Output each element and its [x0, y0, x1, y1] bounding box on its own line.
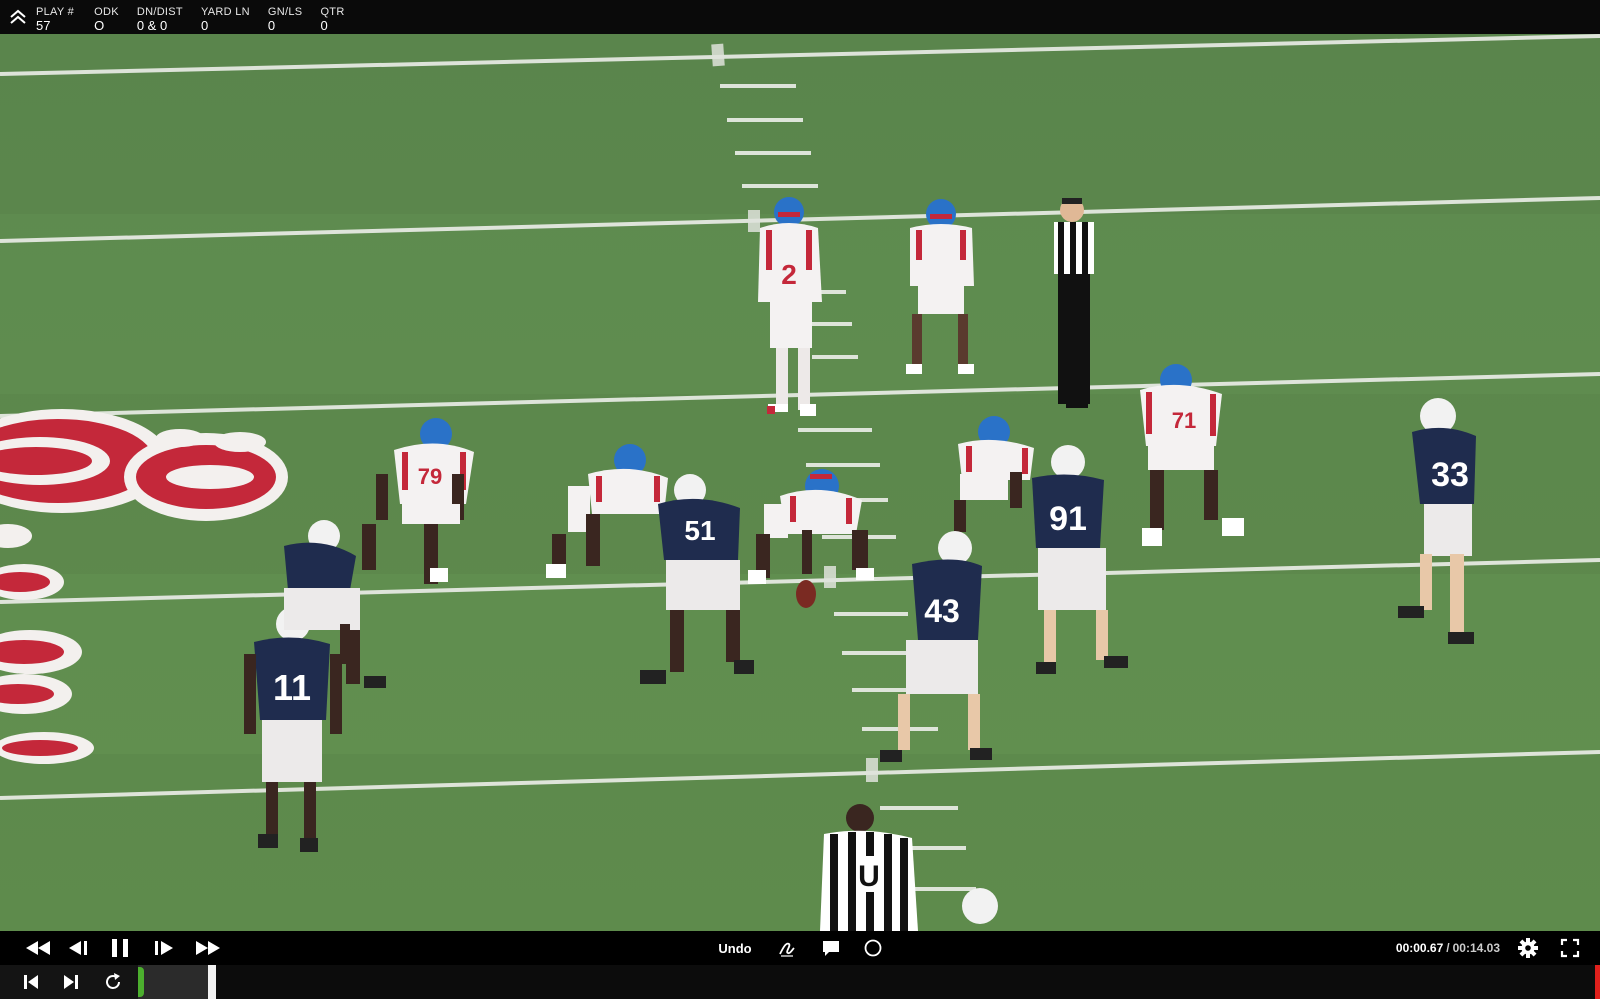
jersey-number: 43: [924, 593, 960, 629]
info-label: GN/LS: [267, 6, 303, 18]
time-display: 00:00.67 / 00:14.03: [1396, 931, 1500, 965]
step-back-button[interactable]: [64, 931, 92, 965]
clip-start-marker[interactable]: [138, 967, 144, 997]
pause-button[interactable]: [106, 931, 134, 965]
jersey-number: 33: [1431, 456, 1469, 494]
fullscreen-button[interactable]: [1556, 931, 1584, 965]
clip-end-marker[interactable]: [1595, 965, 1600, 999]
pen-icon: [779, 942, 795, 957]
loop-button[interactable]: [100, 965, 126, 999]
info-label: ODK: [94, 6, 119, 18]
jersey-number: 79: [418, 464, 442, 489]
undo-button[interactable]: Undo: [712, 931, 758, 965]
partial-helmet: [962, 888, 998, 924]
time-separator: /: [1446, 941, 1450, 955]
fullscreen-icon: [1560, 938, 1580, 958]
info-label: QTR: [320, 6, 345, 18]
info-value: 0: [267, 18, 276, 33]
skip-end-icon: [64, 975, 78, 989]
jersey-number: 2: [781, 259, 797, 290]
step-back-icon: [69, 941, 87, 955]
loop-icon: [106, 973, 120, 989]
fast-forward-button[interactable]: [192, 931, 224, 965]
referee-back: [1054, 198, 1094, 408]
playback-controls: Undo 00:00.67 / 00:14.03: [0, 931, 1600, 965]
circle-tool-button[interactable]: [860, 931, 886, 965]
rewind-button[interactable]: [22, 931, 54, 965]
info-gain-loss: GN/LS 0: [268, 0, 303, 34]
step-forward-icon: [155, 941, 173, 955]
info-value: O: [94, 18, 105, 33]
skip-start-icon: [24, 975, 38, 989]
info-yard-line: YARD LN 0: [201, 0, 250, 34]
jersey-number: 91: [1049, 500, 1087, 538]
pause-icon: [112, 939, 128, 957]
info-label: PLAY #: [36, 6, 75, 18]
info-odk: ODK O: [94, 0, 119, 34]
gear-icon: [1518, 938, 1538, 958]
info-value: 57: [36, 18, 51, 33]
clip-segment[interactable]: [138, 965, 208, 999]
info-value: 0 & 0: [136, 18, 168, 33]
info-down-distance: DN/DIST 0 & 0: [137, 0, 183, 34]
jersey-number: 11: [273, 667, 311, 708]
step-forward-button[interactable]: [150, 931, 178, 965]
jersey-number: 71: [1172, 408, 1196, 433]
official-letter: U: [858, 860, 880, 893]
settings-button[interactable]: [1514, 931, 1542, 965]
info-label: YARD LN: [200, 6, 250, 18]
skip-to-start-button[interactable]: [18, 965, 44, 999]
timeline-track[interactable]: [138, 965, 1600, 999]
info-value: 0: [200, 18, 209, 33]
football-field-scene: 2 79 71 51 91 43 33 11 U: [0, 34, 1600, 931]
pen-tool-button[interactable]: [774, 931, 800, 965]
comment-tool-button[interactable]: [818, 931, 844, 965]
double-chevron-up-icon: [10, 9, 26, 24]
playhead[interactable]: [208, 965, 216, 999]
info-quarter: QTR 0: [320, 0, 344, 34]
info-value: 0: [320, 18, 328, 33]
skip-to-end-button[interactable]: [58, 965, 84, 999]
jersey-number: 51: [684, 515, 715, 546]
info-label: DN/DIST: [136, 6, 183, 18]
total-time: 00:14.03: [1452, 941, 1500, 955]
play-info-bar: PLAY # 57 ODK O DN/DIST 0 & 0 YARD LN 0 …: [0, 0, 1600, 34]
comment-icon: [823, 941, 839, 956]
video-frame[interactable]: 2 79 71 51 91 43 33 11 U: [0, 34, 1600, 931]
circle-icon: [864, 939, 882, 957]
collapse-button[interactable]: [0, 0, 36, 34]
info-play-number: PLAY # 57: [36, 0, 74, 34]
timeline-bar: [0, 965, 1600, 999]
fast-forward-icon: [196, 941, 220, 955]
rewind-icon: [26, 941, 50, 955]
current-time: 00:00.67: [1395, 941, 1444, 955]
